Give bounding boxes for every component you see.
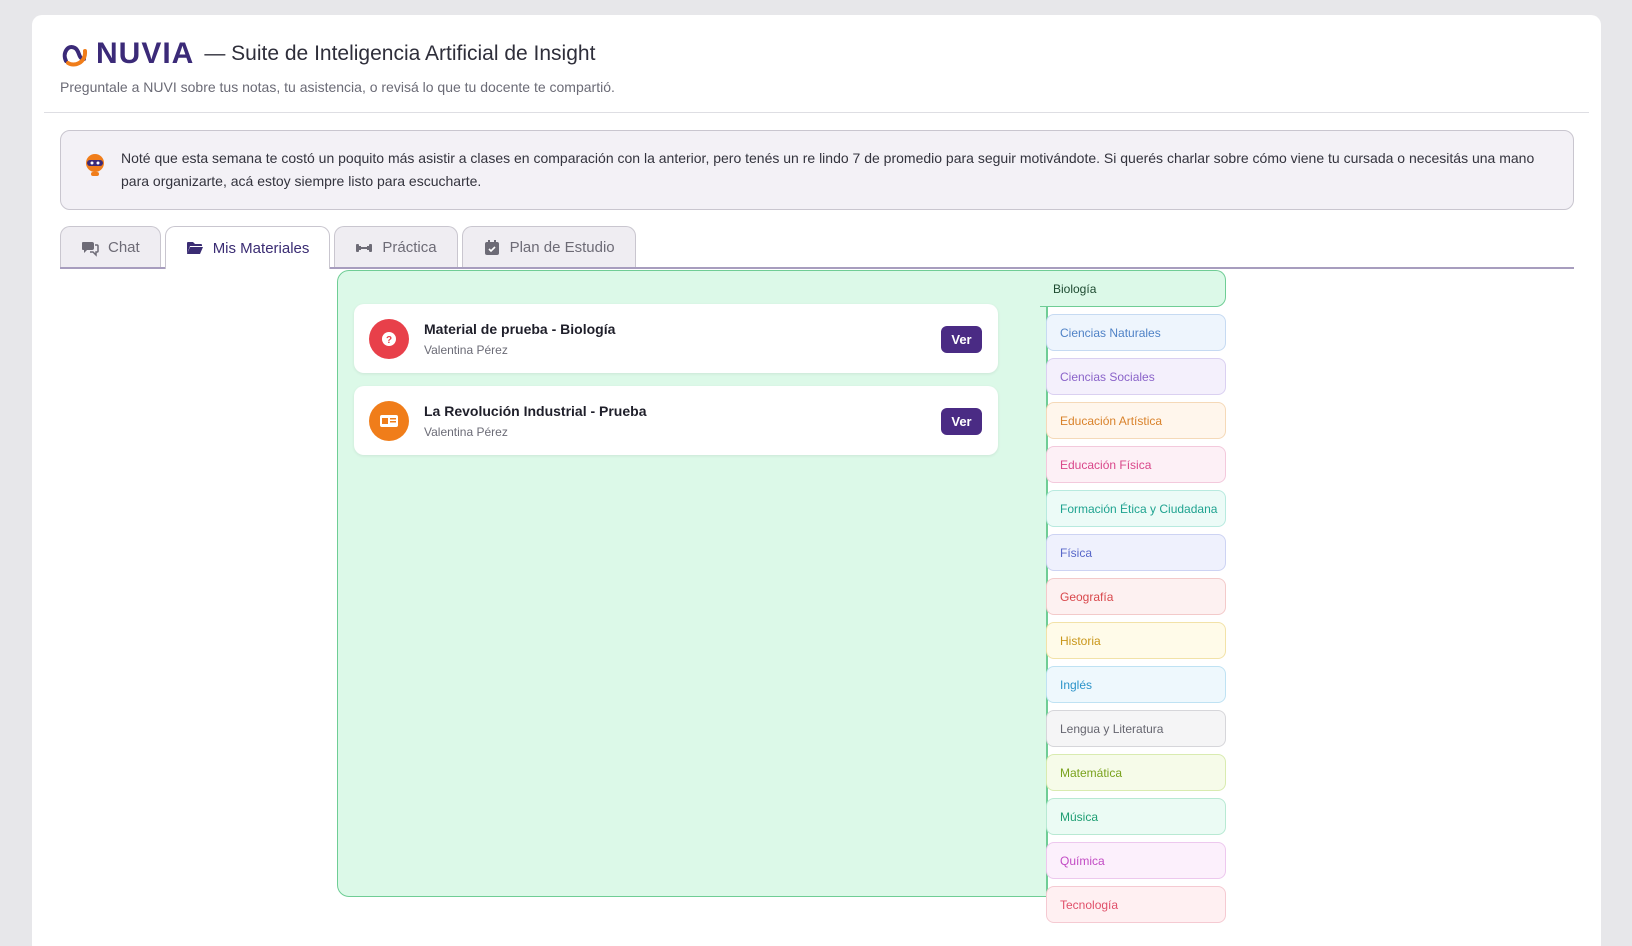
subject-item-biología[interactable]: Biología [1040,270,1226,307]
material-item[interactable]: ? Material de prueba - Biología Valentin… [354,304,998,373]
header: NUVIA — Suite de Inteligencia Artificial… [60,39,615,96]
tab-label: Mis Materiales [212,239,310,257]
subject-item-ciencias-naturales[interactable]: Ciencias Naturales [1046,314,1226,351]
material-author: Valentina Pérez [424,343,508,357]
robot-icon [86,154,104,176]
tab-bar: Chat Mis Materiales Práctica Plan de Est… [60,226,640,269]
subject-item-educación-artística[interactable]: Educación Artística [1046,402,1226,439]
tab-label: Chat [108,239,140,256]
svg-text:?: ? [386,335,392,346]
subject-item-historia[interactable]: Historia [1046,622,1226,659]
tab-mis-materiales[interactable]: Mis Materiales [164,226,331,269]
ver-button[interactable]: Ver [941,326,982,353]
subject-item-ciencias-sociales[interactable]: Ciencias Sociales [1046,358,1226,395]
nuvia-logo-icon [62,45,88,67]
dumbbell-icon [356,243,373,252]
subject-item-inglés[interactable]: Inglés [1046,666,1226,703]
tab-label: Práctica [382,239,437,256]
subject-item-tecnología[interactable]: Tecnología [1046,886,1226,923]
question-icon: ? [369,319,409,359]
subject-item-formación-ética-y-ciudadana[interactable]: Formación Ética y Ciudadana [1046,490,1226,527]
ver-button[interactable]: Ver [941,408,982,435]
subject-item-educación-física[interactable]: Educación Física [1046,446,1226,483]
materials-panel: ? Material de prueba - Biología Valentin… [337,270,1047,897]
page-subtitle: Preguntale a NUVI sobre tus notas, tu as… [60,79,615,95]
material-title: La Revolución Industrial - Prueba [424,403,647,419]
tab-chat[interactable]: Chat [60,226,161,268]
tab-practica[interactable]: Práctica [334,226,458,268]
material-title: Material de prueba - Biología [424,321,616,337]
page-title: — Suite de Inteligencia Artificial de In… [204,42,596,65]
logo-text: NUVIA [96,37,195,70]
subject-item-geografía[interactable]: Geografía [1046,578,1226,615]
brand-row: NUVIA — Suite de Inteligencia Artificial… [60,39,615,69]
subject-item-matemática[interactable]: Matemática [1046,754,1226,791]
material-author: Valentina Pérez [424,425,508,439]
header-divider [44,112,1589,113]
tab-label: Plan de Estudio [509,239,615,256]
id-card-icon-glyph [380,415,398,427]
notice-text: Noté que esta semana te costó un poquito… [121,150,1535,189]
subject-item-música[interactable]: Música [1046,798,1226,835]
calendar-icon [484,239,499,255]
material-item[interactable]: La Revolución Industrial - Prueba Valent… [354,386,998,455]
folder-open-icon [186,242,203,254]
subject-item-química[interactable]: Química [1046,842,1226,879]
assistant-notice: Noté que esta semana te costó un poquito… [60,130,1574,210]
subject-item-lengua-y-literatura[interactable]: Lengua y Literatura [1046,710,1226,747]
question-icon-glyph: ? [382,332,396,346]
subject-item-física[interactable]: Física [1046,534,1226,571]
tab-plan-de-estudio[interactable]: Plan de Estudio [461,226,636,268]
chat-icon [82,241,99,257]
id-card-icon [369,401,409,441]
